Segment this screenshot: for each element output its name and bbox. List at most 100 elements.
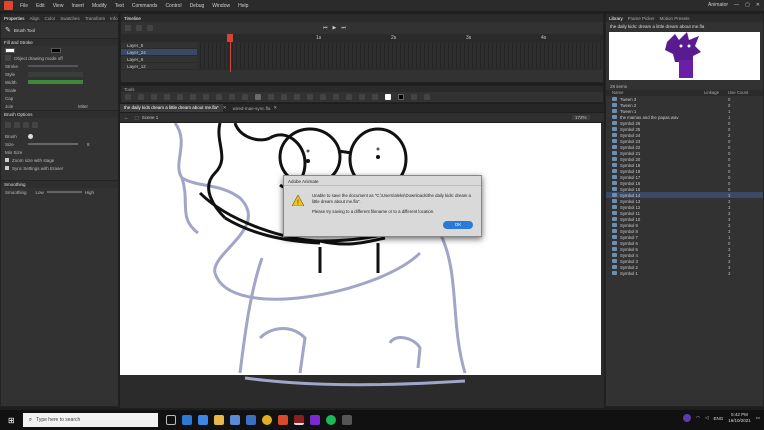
pencil-tool-icon[interactable] — [242, 94, 248, 100]
text-tool-icon[interactable] — [190, 94, 196, 100]
frame-ruler[interactable]: 1s 2s 3s 4s — [121, 34, 603, 42]
layer-row[interactable]: Layer_24 — [121, 49, 197, 56]
tab-properties[interactable]: Properties — [4, 16, 25, 21]
zoom-with-stage-checkbox[interactable] — [5, 158, 9, 162]
frame-grid[interactable] — [197, 42, 603, 70]
menu-window[interactable]: Window — [212, 3, 230, 9]
menu-view[interactable]: View — [53, 3, 64, 9]
task-view-icon[interactable] — [165, 415, 176, 425]
tray-app-icon[interactable] — [683, 414, 692, 422]
layer-row[interactable]: Layer_6 — [121, 56, 197, 63]
menu-insert[interactable]: Insert — [71, 3, 84, 9]
wifi-icon[interactable]: ◠ — [696, 415, 700, 421]
spotify-icon[interactable] — [325, 415, 336, 425]
zoom-tool-icon[interactable] — [372, 94, 378, 100]
brush-dot-icon[interactable] — [28, 133, 33, 139]
brush-tool-icon[interactable] — [255, 94, 261, 100]
col-use-count[interactable]: Use Count — [728, 90, 748, 95]
delete-icon[interactable] — [147, 25, 153, 31]
snap-icon[interactable] — [424, 94, 430, 100]
stroke-color-icon[interactable] — [385, 94, 391, 100]
object-drawing-icon[interactable] — [5, 55, 11, 61]
subselection-tool-icon[interactable] — [138, 94, 144, 100]
taskbar-search[interactable]: ⌕ Type here to search — [22, 413, 158, 427]
app-icon[interactable] — [341, 415, 352, 425]
fill-stroke-section[interactable]: Fill and Stroke — [1, 38, 118, 46]
menu-commands[interactable]: Commands — [132, 3, 158, 9]
windows-start-icon[interactable]: ⊞ — [8, 416, 15, 425]
lasso-icon[interactable] — [164, 94, 170, 100]
selection-tool-icon[interactable] — [125, 94, 131, 100]
mail-icon[interactable] — [245, 415, 256, 425]
smoothing-section[interactable]: Smoothing — [1, 180, 118, 188]
eraser-icon[interactable] — [320, 94, 326, 100]
brush-shape-icon[interactable] — [5, 122, 11, 128]
menu-control[interactable]: Control — [165, 3, 181, 9]
layer-row[interactable]: Layer_12 — [121, 63, 197, 70]
new-layer-icon[interactable] — [125, 25, 131, 31]
col-name[interactable]: Name — [612, 90, 623, 95]
rectangle-tool-icon[interactable] — [216, 94, 222, 100]
doc-tab-close-icon[interactable]: ✕ — [273, 105, 277, 111]
edge-icon[interactable] — [181, 415, 192, 425]
doc-tab-close-icon[interactable]: ✕ — [223, 105, 227, 111]
first-frame-icon[interactable]: ⏮ — [323, 25, 328, 31]
menu-text[interactable]: Text — [115, 3, 124, 9]
menu-help[interactable]: Help — [238, 3, 248, 9]
chrome-icon[interactable] — [261, 415, 272, 425]
size-slider[interactable] — [28, 143, 78, 145]
menu-debug[interactable]: Debug — [190, 3, 205, 9]
brush-options-section[interactable]: Brush Options — [1, 110, 118, 118]
layer-row[interactable]: Layer_5 — [121, 42, 197, 49]
tab-info[interactable]: Info — [110, 16, 118, 21]
free-transform-icon[interactable] — [151, 94, 157, 100]
brush-shape-icon[interactable] — [32, 122, 38, 128]
menu-edit[interactable]: Edit — [36, 3, 45, 9]
smoothing-slider[interactable] — [46, 191, 82, 193]
paint-brush-icon[interactable] — [268, 94, 274, 100]
tab-align[interactable]: Align — [30, 16, 40, 21]
camera-icon[interactable] — [346, 94, 352, 100]
zoom-level[interactable]: 172% — [572, 115, 590, 120]
style-dropdown[interactable] — [28, 71, 83, 77]
oval-tool-icon[interactable] — [229, 94, 235, 100]
menu-file[interactable]: File — [20, 3, 28, 9]
tab-frame-picker[interactable]: Frame Picker — [628, 16, 655, 21]
doc-tab[interactable]: wired-mae-sync.fla — [233, 106, 271, 111]
width-preview[interactable] — [28, 80, 83, 84]
tab-motion-presets[interactable]: Motion Presets — [660, 16, 690, 21]
volume-icon[interactable]: ◁ — [705, 415, 708, 421]
hand-tool-icon[interactable] — [359, 94, 365, 100]
app-icon[interactable] — [277, 415, 288, 425]
col-linkage[interactable]: Linkage — [704, 90, 719, 95]
pen-tool-icon[interactable] — [177, 94, 183, 100]
stroke-color-swatch[interactable] — [5, 47, 15, 53]
tab-color[interactable]: Color — [45, 16, 56, 21]
tab-transform[interactable]: Transform — [85, 16, 105, 21]
app-icon[interactable] — [309, 415, 320, 425]
bone-tool-icon[interactable] — [281, 94, 287, 100]
store-icon[interactable] — [229, 415, 240, 425]
play-icon[interactable]: ▶ — [333, 25, 337, 31]
menu-modify[interactable]: Modify — [92, 3, 107, 9]
file-explorer-icon[interactable] — [213, 415, 224, 425]
swap-colors-icon[interactable] — [411, 94, 417, 100]
paint-bucket-icon[interactable] — [294, 94, 300, 100]
animate-icon[interactable] — [293, 415, 304, 425]
scene-name[interactable]: Scene 1 — [142, 115, 159, 120]
sync-settings-checkbox[interactable] — [5, 166, 9, 170]
width-tool-icon[interactable] — [333, 94, 339, 100]
workspace-selector[interactable]: Animator — [708, 2, 728, 8]
back-arrow-icon[interactable]: ← — [124, 115, 129, 120]
ok-button[interactable]: OK — [443, 221, 473, 229]
language-indicator[interactable]: ENG — [713, 416, 723, 421]
clock[interactable]: 5:42 PM 16/10/2021 — [728, 412, 751, 424]
size-value[interactable]: 8 — [87, 142, 90, 147]
brush-shape-icon[interactable] — [23, 122, 29, 128]
eyedropper-icon[interactable] — [307, 94, 313, 100]
dropbox-icon[interactable] — [197, 415, 208, 425]
folder-icon[interactable] — [136, 25, 142, 31]
tab-swatches[interactable]: Swatches — [60, 16, 80, 21]
line-tool-icon[interactable] — [203, 94, 209, 100]
library-file-select[interactable]: the daily kids: dream a little dream abo… — [606, 22, 763, 30]
